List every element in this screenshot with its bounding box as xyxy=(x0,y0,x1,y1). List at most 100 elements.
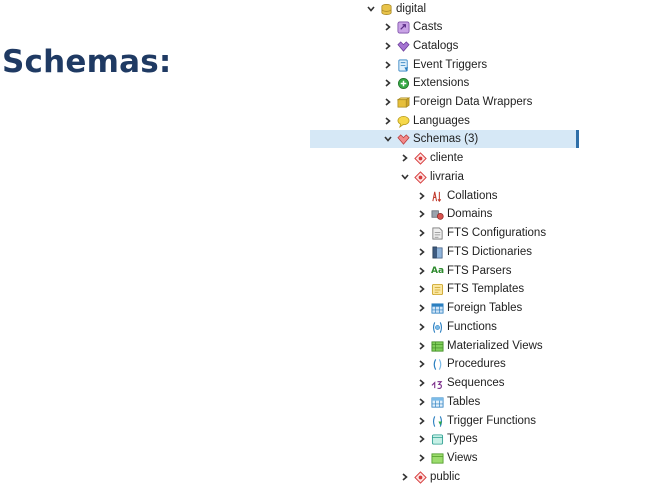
chevron-right-icon[interactable] xyxy=(417,247,427,257)
tree-node-database-digital[interactable]: digital xyxy=(366,0,426,18)
tree-label: Trigger Functions xyxy=(447,415,537,427)
tree-node-catalogs[interactable]: Catalogs xyxy=(383,37,458,55)
views-icon xyxy=(431,452,444,464)
tree-node-collations[interactable]: Collations xyxy=(417,187,498,205)
catalogs-icon xyxy=(397,40,410,52)
tree-node-types[interactable]: Types xyxy=(417,430,478,448)
tree-node-sequences[interactable]: Sequences xyxy=(417,374,505,392)
tree-label: Collations xyxy=(447,190,498,202)
chevron-right-icon[interactable] xyxy=(417,266,427,276)
chevron-right-icon[interactable] xyxy=(417,359,427,369)
chevron-right-icon[interactable] xyxy=(383,116,393,126)
tree-label: Materialized Views xyxy=(447,340,543,352)
tree-label: Procedures xyxy=(447,358,506,370)
tables-icon xyxy=(431,396,444,408)
chevron-right-icon[interactable] xyxy=(383,97,393,107)
tree-label: Extensions xyxy=(413,77,470,89)
object-browser-tree: digital Casts Catalogs Event Triggers Ex… xyxy=(0,0,649,488)
event-triggers-icon xyxy=(398,59,409,71)
chevron-right-icon[interactable] xyxy=(400,153,410,163)
tree-node-foreign-tables[interactable]: Foreign Tables xyxy=(417,299,522,317)
chevron-right-icon[interactable] xyxy=(383,22,393,32)
tree-label: livraria xyxy=(430,171,464,183)
chevron-right-icon[interactable] xyxy=(417,228,427,238)
domains-icon xyxy=(431,209,444,220)
tree-label: Catalogs xyxy=(413,40,459,52)
chevron-right-icon[interactable] xyxy=(383,60,393,70)
chevron-right-icon[interactable] xyxy=(417,434,427,444)
chevron-right-icon[interactable] xyxy=(417,416,427,426)
tree-label: Event Triggers xyxy=(413,59,488,71)
procedures-icon xyxy=(433,358,442,370)
schema-icon xyxy=(414,470,427,484)
tree-node-functions[interactable]: Functions xyxy=(417,318,497,336)
fts-configurations-icon xyxy=(432,227,443,239)
chevron-right-icon[interactable] xyxy=(417,303,427,313)
languages-icon xyxy=(397,115,410,128)
tree-node-fts-dictionaries[interactable]: FTS Dictionaries xyxy=(417,243,532,261)
chevron-down-icon[interactable] xyxy=(366,4,376,14)
tree-node-schema-livraria[interactable]: livraria xyxy=(400,168,464,186)
database-icon xyxy=(381,3,392,15)
tree-label: FTS Parsers xyxy=(447,265,512,277)
tree-node-tables[interactable]: Tables xyxy=(417,393,480,411)
tree-label: Functions xyxy=(447,321,497,333)
chevron-right-icon[interactable] xyxy=(417,284,427,294)
chevron-right-icon[interactable] xyxy=(383,78,393,88)
chevron-right-icon[interactable] xyxy=(417,209,427,219)
tree-label: Types xyxy=(447,433,478,445)
tree-node-fts-configurations[interactable]: FTS Configurations xyxy=(417,224,546,242)
sequences-icon xyxy=(431,380,443,389)
tree-label: FTS Configurations xyxy=(447,227,547,239)
chevron-down-icon[interactable] xyxy=(383,134,393,144)
tree-label: Languages xyxy=(413,115,470,127)
tree-node-event-triggers[interactable]: Event Triggers xyxy=(383,56,487,74)
chevron-right-icon[interactable] xyxy=(417,397,427,407)
tree-node-foreign-data-wrappers[interactable]: Foreign Data Wrappers xyxy=(383,93,532,111)
tree-node-fts-templates[interactable]: FTS Templates xyxy=(417,280,524,298)
tree-label: cliente xyxy=(430,152,464,164)
chevron-right-icon[interactable] xyxy=(417,322,427,332)
tree-node-fts-parsers[interactable]: Aa FTS Parsers xyxy=(417,262,512,280)
extensions-icon xyxy=(398,77,409,89)
chevron-right-icon[interactable] xyxy=(417,341,427,351)
collations-icon xyxy=(432,191,442,202)
tree-label: Foreign Data Wrappers xyxy=(413,96,533,108)
tree-label: Casts xyxy=(413,21,443,33)
tree-node-schemas[interactable]: Schemas (3) xyxy=(310,130,579,148)
tree-label: public xyxy=(430,471,461,483)
chevron-right-icon[interactable] xyxy=(417,378,427,388)
tree-label: Foreign Tables xyxy=(447,302,523,314)
tree-node-schema-cliente[interactable]: cliente xyxy=(400,149,463,167)
tree-node-trigger-functions[interactable]: Trigger Functions xyxy=(417,412,536,430)
tree-node-procedures[interactable]: Procedures xyxy=(417,355,506,373)
schema-icon xyxy=(414,170,427,184)
chevron-right-icon[interactable] xyxy=(400,472,410,482)
foreign-data-wrappers-icon xyxy=(397,96,410,108)
fts-parsers-icon: Aa xyxy=(431,266,445,276)
tree-node-schema-public[interactable]: public xyxy=(400,468,460,486)
fts-dictionaries-icon xyxy=(432,246,443,258)
tree-label: FTS Dictionaries xyxy=(447,246,532,258)
chevron-down-icon[interactable] xyxy=(400,172,410,182)
tree-node-materialized-views[interactable]: Materialized Views xyxy=(417,337,543,355)
tree-node-casts[interactable]: Casts xyxy=(383,18,442,36)
schema-icon xyxy=(414,151,427,165)
chevron-right-icon[interactable] xyxy=(417,191,427,201)
tree-label: Domains xyxy=(447,208,493,220)
tree-node-extensions[interactable]: Extensions xyxy=(383,74,469,92)
chevron-right-icon[interactable] xyxy=(417,453,427,463)
tree-label: FTS Templates xyxy=(447,283,525,295)
tree-label: Views xyxy=(447,452,478,464)
tree-node-domains[interactable]: Domains xyxy=(417,205,492,223)
foreign-tables-icon xyxy=(431,302,444,314)
tree-label: Sequences xyxy=(447,377,505,389)
chevron-right-icon[interactable] xyxy=(383,41,393,51)
fts-templates-icon xyxy=(431,283,444,295)
tree-node-languages[interactable]: Languages xyxy=(383,112,470,130)
tree-node-views[interactable]: Views xyxy=(417,449,477,467)
tree-label: digital xyxy=(396,3,427,15)
types-icon xyxy=(431,433,444,445)
functions-icon xyxy=(432,321,443,333)
tree-label: Tables xyxy=(447,396,481,408)
